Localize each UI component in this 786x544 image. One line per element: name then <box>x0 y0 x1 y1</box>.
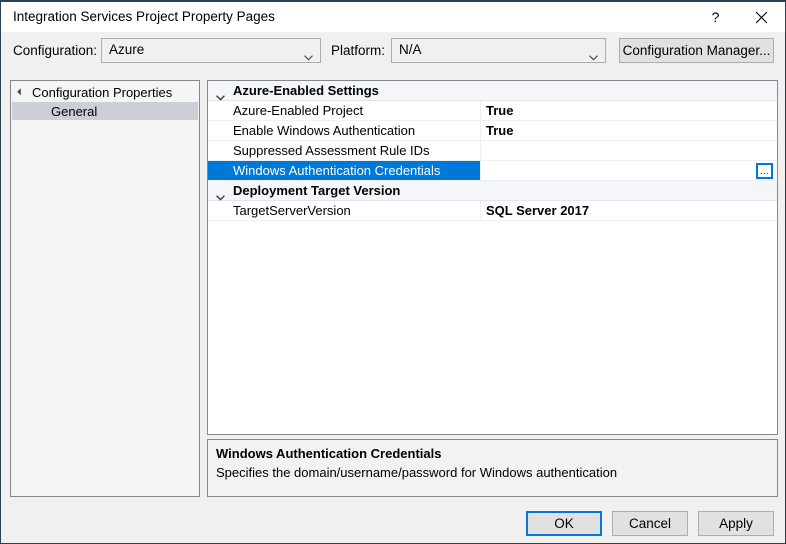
property-category-row[interactable]: Deployment Target Version <box>208 181 777 201</box>
platform-dropdown[interactable]: N/A <box>391 38 606 63</box>
configuration-dropdown[interactable]: Azure <box>101 38 321 63</box>
configuration-value: Azure <box>109 42 145 57</box>
property-name: Windows Authentication Credentials <box>233 163 441 178</box>
configuration-label: Configuration: <box>13 43 98 58</box>
property-category-label: Deployment Target Version <box>233 183 401 198</box>
property-row[interactable]: Windows Authentication Credentials... <box>208 161 777 181</box>
chevron-down-icon <box>304 48 313 61</box>
window-title: Integration Services Project Property Pa… <box>13 9 275 24</box>
column-divider <box>480 121 481 141</box>
chevron-down-icon[interactable] <box>216 188 225 201</box>
property-value: True <box>486 123 514 138</box>
column-divider <box>480 101 481 121</box>
cancel-button[interactable]: Cancel <box>612 511 688 536</box>
description-title: Windows Authentication Credentials <box>216 446 442 461</box>
tree-child-label: General <box>51 103 98 119</box>
property-value: SQL Server 2017 <box>486 203 590 218</box>
configuration-tree: Configuration Properties General <box>10 80 200 497</box>
platform-label: Platform: <box>331 43 386 58</box>
property-name: Azure-Enabled Project <box>233 103 364 118</box>
column-divider <box>480 201 481 221</box>
expander-triangle-icon[interactable] <box>17 87 25 95</box>
property-name: Suppressed Assessment Rule IDs <box>233 143 430 158</box>
help-icon[interactable]: ? <box>693 2 738 32</box>
description-text: Specifies the domain/username/password f… <box>216 465 618 480</box>
property-row[interactable]: Enable Windows Authentication True <box>208 121 777 141</box>
configuration-bar: Configuration: Azure Platform: N/A Confi… <box>1 32 785 70</box>
property-row[interactable]: TargetServerVersion SQL Server 2017 <box>208 201 777 221</box>
column-divider <box>480 141 481 161</box>
property-category-row[interactable]: Azure-Enabled Settings <box>208 81 777 101</box>
property-grid-rows: Azure-Enabled Settings Azure-Enabled Proj… <box>208 81 777 434</box>
column-divider <box>480 161 481 181</box>
apply-button[interactable]: Apply <box>698 511 774 536</box>
property-category-label: Azure-Enabled Settings <box>233 83 379 98</box>
description-panel: Windows Authentication Credentials Speci… <box>207 439 778 497</box>
configuration-manager-button[interactable]: Configuration Manager... <box>619 38 774 63</box>
chevron-down-icon[interactable] <box>216 88 225 101</box>
close-icon[interactable] <box>739 2 784 32</box>
property-pages-dialog: Integration Services Project Property Pa… <box>0 0 786 544</box>
property-value: True <box>486 103 514 118</box>
tree-item-general[interactable]: General <box>12 102 198 120</box>
property-name: Enable Windows Authentication <box>233 123 416 138</box>
property-row[interactable]: Azure-Enabled Project True <box>208 101 777 121</box>
property-name: TargetServerVersion <box>233 203 351 218</box>
chevron-down-icon <box>589 48 598 61</box>
tree-root-label: Configuration Properties <box>32 84 173 100</box>
tree-item-configuration-properties[interactable]: Configuration Properties <box>17 83 173 101</box>
ellipsis-browse-button[interactable]: ... <box>756 163 773 179</box>
title-bar: Integration Services Project Property Pa… <box>1 2 785 32</box>
property-row[interactable]: Suppressed Assessment Rule IDs <box>208 141 777 161</box>
platform-value: N/A <box>399 42 422 57</box>
ok-button[interactable]: OK <box>526 511 602 536</box>
property-grid: Azure-Enabled Settings Azure-Enabled Proj… <box>207 80 778 435</box>
